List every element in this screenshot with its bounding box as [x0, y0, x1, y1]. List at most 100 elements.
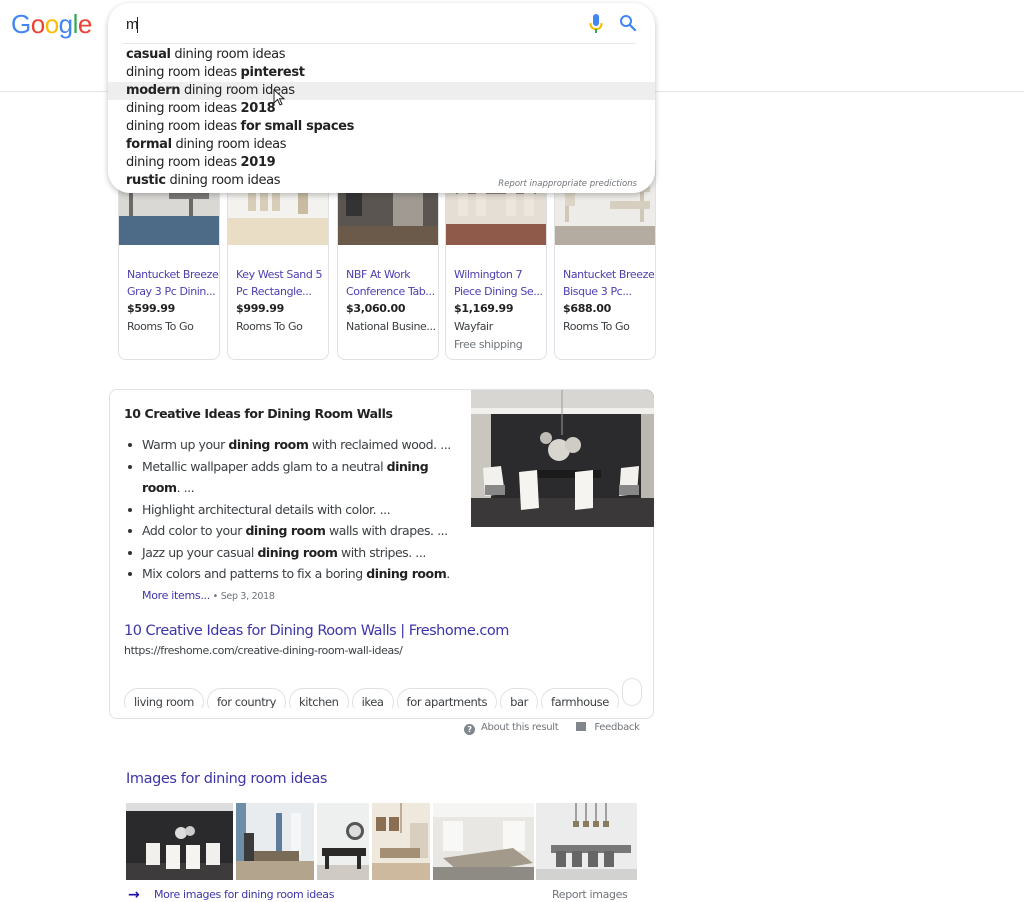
search-box: casual dining room ideasdining room idea… — [108, 3, 655, 193]
text-caret — [137, 17, 138, 33]
logo-letter: o — [44, 9, 59, 39]
arrow-right-icon: → — [128, 887, 140, 902]
image-thumbnail[interactable] — [536, 803, 637, 880]
report-images-link[interactable]: Report images — [552, 888, 628, 901]
logo-letter: G — [11, 9, 31, 39]
product-title[interactable]: Wilmington 7 Piece Dining Se... — [454, 266, 546, 300]
report-predictions-link[interactable]: Report inappropriate predictions — [498, 179, 637, 189]
search-input[interactable] — [126, 13, 566, 35]
snippet-image[interactable] — [471, 390, 654, 527]
related-search-chip[interactable]: bar — [500, 688, 538, 708]
autocomplete-suggestion[interactable]: dining room ideas for small spaces — [108, 118, 655, 136]
images-section-title[interactable]: Images for dining room ideas — [126, 771, 327, 787]
autocomplete-suggestion[interactable]: formal dining room ideas — [108, 136, 655, 154]
product-price: $688.00 — [563, 302, 612, 315]
suggestion-highlight: 2018 — [240, 101, 276, 116]
product-seller: Rooms To Go — [563, 320, 630, 333]
feedback-link[interactable]: Feedback — [594, 722, 640, 733]
product-title-line: Nantucket Breeze — [127, 268, 219, 281]
product-title-line: Pc Rectangle... — [236, 285, 312, 298]
result-url: https://freshome.com/creative-dining-roo… — [124, 644, 403, 657]
google-logo[interactable]: Google — [11, 9, 92, 40]
feedback-icon — [576, 722, 587, 731]
related-search-chip[interactable]: ikea — [351, 688, 394, 708]
about-this-result-link[interactable]: About this result — [481, 722, 559, 733]
search-divider — [122, 43, 636, 44]
image-thumbnail[interactable] — [236, 803, 314, 880]
product-title-line: Key West Sand 5 — [236, 268, 323, 281]
bold-term: dining room — [366, 566, 447, 581]
search-icon[interactable] — [619, 14, 637, 32]
related-search-chip[interactable]: farmhouse — [541, 688, 619, 708]
suggestion-highlight: modern — [126, 83, 181, 98]
product-price: $3,060.00 — [346, 302, 406, 315]
image-thumbnail[interactable] — [433, 803, 534, 880]
product-title[interactable]: Key West Sand 5 Pc Rectangle... — [236, 266, 328, 300]
autocomplete-suggestion[interactable]: dining room ideas 2019 — [108, 154, 655, 172]
snippet-list-item: Warm up your dining room with reclaimed … — [124, 434, 464, 456]
autocomplete-suggestion[interactable]: dining room ideas 2018 — [108, 100, 655, 118]
snippet-list-item: Add color to your dining room walls with… — [124, 520, 464, 542]
autocomplete-suggestion[interactable]: modern dining room ideas — [108, 82, 655, 100]
autocomplete-list: casual dining room ideas dining room idea… — [108, 46, 655, 190]
more-images-label: More images for dining room ideas — [154, 888, 335, 901]
autocomplete-suggestion[interactable]: casual dining room ideas — [108, 46, 655, 64]
product-title[interactable]: NBF At Work Conference Tab... — [346, 266, 438, 300]
image-thumbnail[interactable] — [372, 803, 430, 880]
snippet-list-item: Mix colors and patterns to fix a boring … — [124, 563, 464, 585]
item-text: Warm up your — [142, 437, 229, 452]
featured-snippet: 10 Creative Ideas for Dining Room Walls … — [109, 389, 654, 719]
more-items-link[interactable]: More items... — [142, 589, 210, 602]
suggestion-highlight: for small spaces — [240, 119, 355, 134]
logo-letter: o — [30, 9, 45, 39]
suggestion-text: dining room ideas — [171, 137, 287, 152]
item-text: Mix colors and patterns to fix a boring — [142, 566, 367, 581]
related-search-chip[interactable]: living room — [124, 688, 204, 708]
suggestion-text: dining room ideas — [126, 155, 241, 170]
item-text: with reclaimed wood. ... — [308, 437, 451, 452]
item-text: walls with drapes. ... — [325, 523, 448, 538]
item-text: . ... — [176, 480, 195, 495]
more-images-link[interactable]: → More images for dining room ideas — [128, 887, 334, 902]
bold-term: dining room — [257, 544, 338, 560]
product-price: $599.99 — [127, 302, 176, 315]
snippet-list-item: Jazz up your casual dining room with str… — [124, 542, 464, 564]
image-thumbnail[interactable] — [126, 803, 233, 880]
result-title-link[interactable]: 10 Creative Ideas for Dining Room Walls … — [124, 623, 509, 639]
product-title-line: NBF At Work — [346, 268, 411, 281]
logo-letter: g — [58, 9, 73, 39]
product-shipping: Free shipping — [454, 338, 523, 351]
image-thumbnail[interactable] — [317, 803, 369, 880]
item-text: Metallic wallpaper adds glam to a neutra… — [142, 458, 387, 474]
autocomplete-suggestion[interactable]: dining room ideas pinterest — [108, 64, 655, 82]
product-title-line: Wilmington 7 — [454, 268, 523, 281]
snippet-list: Warm up your dining room with reclaimed … — [124, 434, 464, 585]
suggestion-text: dining room ideas — [126, 119, 241, 134]
product-title-line: Bisque 3 Pc... — [563, 285, 632, 298]
snippet-heading: 10 Creative Ideas for Dining Room Walls — [124, 406, 393, 421]
product-title-line: Gray 3 Pc Dinin... — [127, 285, 216, 298]
suggestion-highlight: formal — [126, 137, 172, 152]
item-text: Add color to your — [142, 523, 246, 538]
product-title[interactable]: Nantucket Breeze Bisque 3 Pc... — [563, 266, 655, 300]
suggestion-text: dining room ideas — [170, 47, 286, 62]
product-title-line: Conference Tab... — [346, 285, 435, 298]
logo-letter: e — [77, 9, 92, 39]
mouse-pointer-icon — [273, 89, 286, 106]
help-icon: ? — [464, 724, 475, 735]
related-search-chip[interactable]: kitchen — [289, 688, 349, 708]
product-title-line: Nantucket Breeze — [563, 268, 655, 281]
related-search-chip[interactable]: for apartments — [396, 688, 498, 708]
related-chips: living room for country kitchen ikea for apa… — [124, 678, 654, 708]
microphone-icon[interactable] — [589, 14, 603, 34]
product-title-line: Piece Dining Se... — [454, 285, 543, 298]
item-text: Jazz up your casual — [142, 544, 258, 560]
item-text: Highlight architectural details with col… — [142, 501, 391, 517]
product-title[interactable]: Nantucket Breeze Gray 3 Pc Dinin... — [127, 266, 219, 300]
related-search-chip[interactable]: for country — [206, 688, 287, 708]
product-price: $1,169.99 — [454, 302, 514, 315]
suggestion-highlight: 2019 — [240, 155, 276, 170]
suggestion-highlight: pinterest — [240, 65, 305, 80]
related-search-chip[interactable] — [621, 678, 642, 706]
more-items-row: More items... • Sep 3, 2018 — [142, 589, 275, 602]
